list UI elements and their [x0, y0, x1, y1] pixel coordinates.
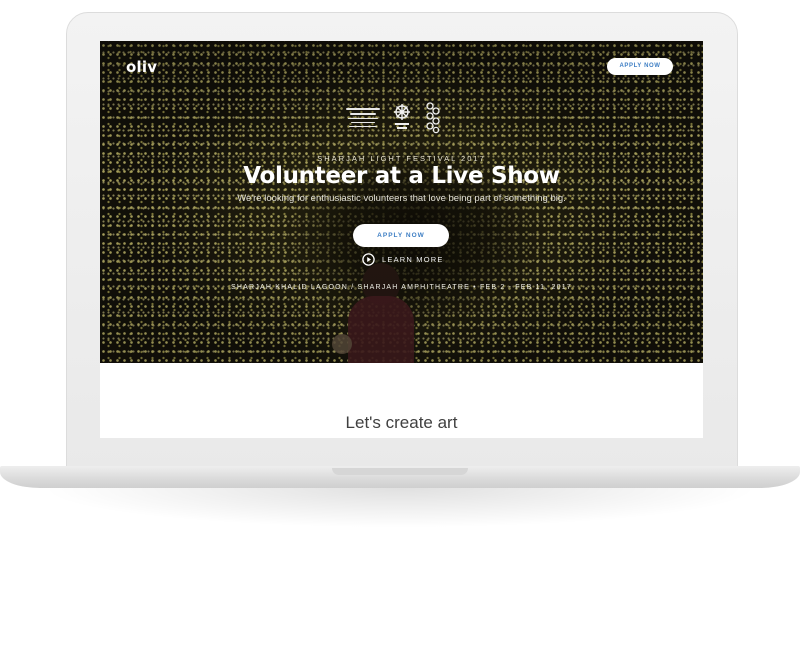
government-of-sharjah-logo — [344, 100, 382, 134]
hero-subline: We're looking for enthusiastic volunteer… — [237, 193, 566, 204]
hero-headline: Volunteer at a Live Show — [243, 163, 560, 189]
venue-dates: SHARJAH KHALID LAGOON / SHARJAH AMPHITHE… — [231, 284, 572, 291]
festival-label: SHARJAH LIGHT FESTIVAL 2017 — [317, 154, 486, 163]
laptop-notch — [332, 468, 468, 475]
hero-section: oliv APPLY NOW SHARJAH LIGHT FESTIVAL 20… — [100, 41, 703, 363]
section-title: Let's create art — [345, 413, 458, 432]
site-logo[interactable]: oliv — [126, 58, 157, 76]
play-circle-icon — [362, 252, 375, 266]
light-festival-circles-logo — [426, 102, 440, 134]
sponsor-logos — [344, 97, 444, 137]
nav-apply-now-button[interactable]: APPLY NOW — [607, 58, 673, 75]
laptop-shadow — [40, 488, 760, 528]
learn-more-link[interactable]: LEARN MORE — [362, 252, 444, 266]
sharjah-emblem-logo — [394, 104, 410, 129]
laptop-screen: oliv APPLY NOW SHARJAH LIGHT FESTIVAL 20… — [100, 41, 703, 438]
hero-apply-now-button[interactable]: APPLY NOW — [353, 224, 449, 247]
learn-more-label: LEARN MORE — [382, 254, 444, 264]
